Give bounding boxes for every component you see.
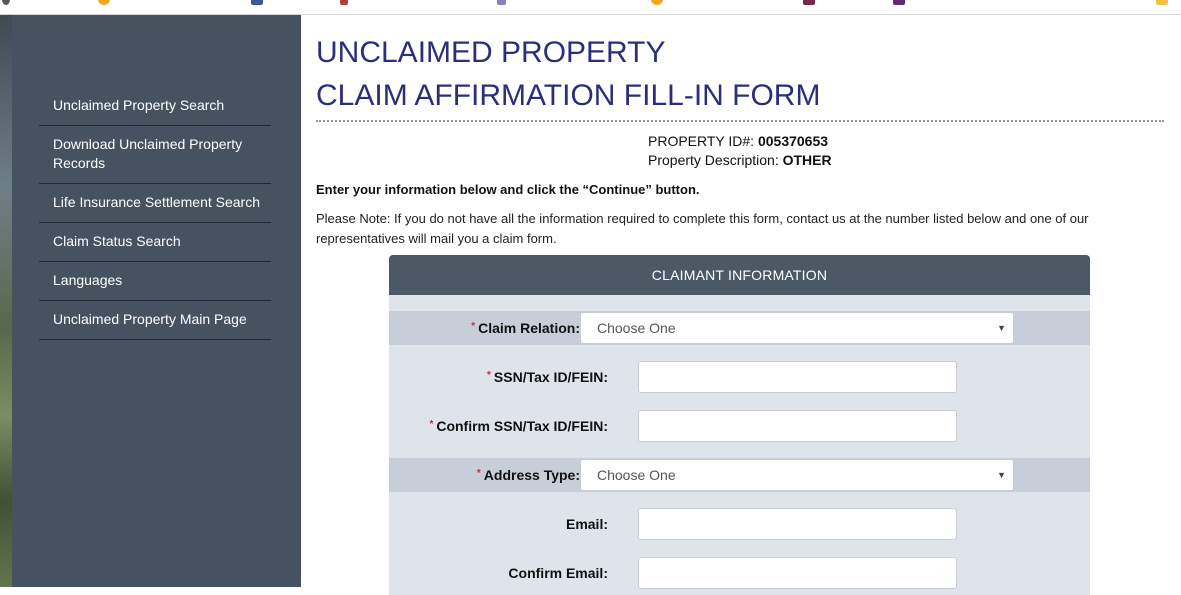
bookmark-icon[interactable] (893, 0, 905, 5)
page-title: UNCLAIMED PROPERTY CLAIM AFFIRMATION FIL… (316, 31, 1164, 117)
confirm-email-input[interactable] (638, 557, 957, 589)
bookmark-icon[interactable] (1156, 0, 1168, 5)
note-text: Please Note: If you do not have all the … (316, 211, 1089, 246)
page-title-line1: UNCLAIMED PROPERTY (316, 36, 666, 69)
bookmark-icon[interactable] (340, 0, 348, 5)
required-marker: * (429, 419, 434, 430)
bookmark-icon[interactable] (2, 0, 10, 5)
sidebar-item-life-insurance-search[interactable]: Life Insurance Settlement Search (39, 184, 271, 223)
confirm-ssn-label: * Confirm SSN/Tax ID/FEIN: (429, 418, 608, 434)
property-info: PROPERTY ID#: 005370653 Property Descrip… (648, 132, 1164, 170)
email-row: Email: (389, 507, 1090, 541)
property-id-value: 005370653 (757, 133, 829, 149)
ssn-row: * SSN/Tax ID/FEIN: (389, 360, 1090, 394)
chevron-down-icon: ▼ (997, 470, 1006, 480)
sidebar-item-languages[interactable]: Languages (39, 262, 271, 301)
confirm-email-row: Confirm Email: (389, 556, 1090, 590)
sidebar: Unclaimed Property Search Download Uncla… (12, 15, 301, 587)
bookmark-icon[interactable] (98, 0, 110, 5)
bookmark-icon[interactable] (497, 0, 506, 5)
title-divider (316, 120, 1164, 122)
background-photo (0, 15, 12, 587)
claimant-information-panel: CLAIMANT INFORMATION * Claim Relation: Ch… (389, 255, 1090, 595)
address-type-row: * Address Type: Choose One ▼ (389, 458, 1090, 492)
panel-header: CLAIMANT INFORMATION (389, 255, 1090, 295)
instructions-text: Enter your information below and click t… (316, 182, 700, 197)
confirm-ssn-row: * Confirm SSN/Tax ID/FEIN: (389, 409, 1090, 443)
address-type-select[interactable]: Choose One ▼ (580, 459, 1014, 491)
bookmark-icon[interactable] (651, 0, 663, 5)
required-marker: * (487, 370, 491, 381)
email-input[interactable] (638, 508, 957, 540)
property-description-label: Property Description: (648, 152, 779, 168)
ssn-label: * SSN/Tax ID/FEIN: (487, 369, 608, 385)
bookmark-icon[interactable] (803, 0, 815, 5)
property-description-value: OTHER (782, 152, 832, 168)
property-id-label: PROPERTY ID#: (648, 133, 755, 149)
sidebar-nav: Unclaimed Property Search Download Uncla… (39, 87, 271, 340)
sidebar-item-download-records[interactable]: Download Unclaimed Property Records (39, 126, 271, 184)
claim-relation-label: * Claim Relation: (471, 320, 580, 336)
bookmarks-bar (0, 0, 1181, 15)
page-title-line2: CLAIM AFFIRMATION FILL-IN FORM (316, 79, 821, 112)
sidebar-item-unclaimed-property-search[interactable]: Unclaimed Property Search (39, 87, 271, 126)
bookmark-icon[interactable] (251, 0, 263, 5)
email-label: Email: (565, 516, 608, 532)
sidebar-item-main-page[interactable]: Unclaimed Property Main Page (39, 301, 271, 340)
claim-relation-row: * Claim Relation: Choose One ▼ (389, 311, 1090, 345)
claim-relation-value: Choose One (597, 320, 676, 336)
ssn-input[interactable] (638, 361, 957, 393)
sidebar-item-claim-status-search[interactable]: Claim Status Search (39, 223, 271, 262)
chevron-down-icon: ▼ (997, 323, 1006, 333)
address-type-label: * Address Type: (476, 467, 580, 483)
confirm-email-label: Confirm Email: (508, 565, 608, 581)
address-type-value: Choose One (597, 467, 676, 483)
main-content: UNCLAIMED PROPERTY CLAIM AFFIRMATION FIL… (316, 15, 1164, 249)
required-marker: * (471, 321, 476, 332)
confirm-ssn-input[interactable] (638, 410, 957, 442)
required-marker: * (476, 468, 481, 479)
claim-relation-select[interactable]: Choose One ▼ (580, 312, 1014, 344)
